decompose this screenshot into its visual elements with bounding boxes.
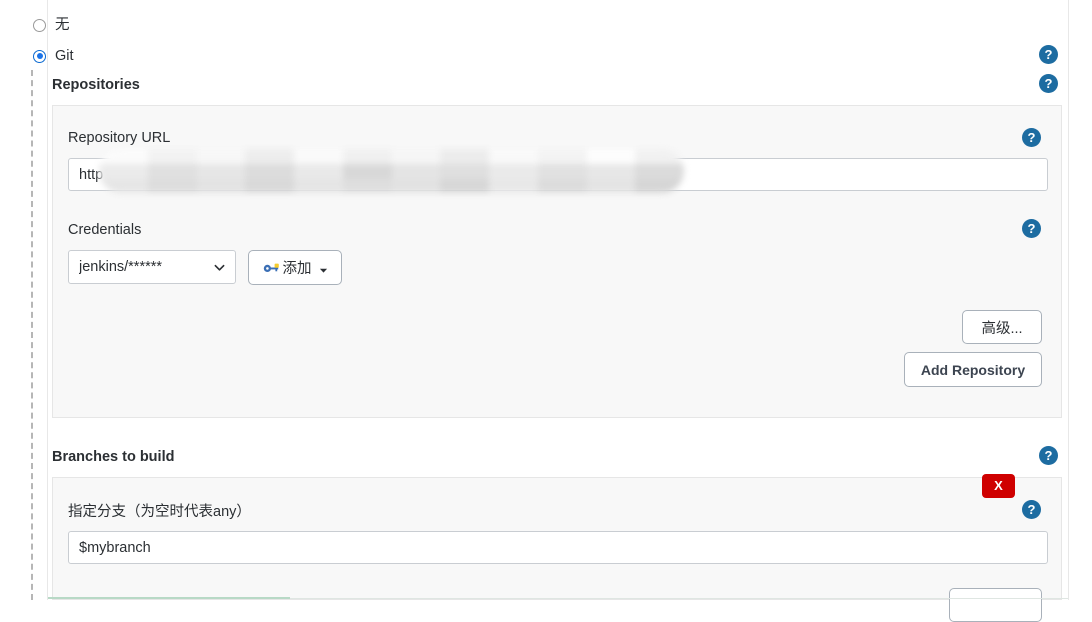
scm-configuration-page: 无 Git ? ? Repositories Repository URL ? [0, 0, 1092, 622]
repository-url-label: Repository URL [68, 130, 171, 146]
repository-url-input[interactable] [68, 158, 1048, 191]
radio-indicator-none [33, 18, 46, 32]
help-icon-repositories[interactable]: ? [1039, 74, 1058, 93]
help-icon-repository-url[interactable]: ? [1022, 128, 1041, 147]
caret-down-icon [319, 263, 328, 273]
scm-option-git-label: Git [55, 47, 74, 64]
branch-specifier-input[interactable] [68, 531, 1048, 564]
add-credentials-button[interactable]: 添加 [248, 250, 342, 285]
content-left-border [47, 0, 48, 600]
scm-option-none-label: 无 [55, 16, 70, 33]
branches-section-title: Branches to build [52, 449, 175, 465]
scm-option-git[interactable]: Git [33, 46, 74, 66]
key-icon [263, 261, 280, 274]
credentials-select[interactable]: jenkins/****** [68, 250, 236, 284]
radio-indicator-git [33, 49, 46, 63]
repositories-section-title: Repositories [52, 77, 140, 93]
scm-option-none[interactable]: 无 [33, 15, 70, 35]
branch-specifier-label: 指定分支（为空时代表any） [68, 504, 251, 520]
help-icon-branches[interactable]: ? [1039, 446, 1058, 465]
content-right-border [1068, 0, 1069, 600]
help-icon-git-scm[interactable]: ? [1039, 45, 1058, 64]
delete-branch-button[interactable]: X [982, 474, 1015, 498]
chevron-down-icon [214, 262, 225, 273]
add-repository-button[interactable]: Add Repository [904, 352, 1042, 387]
bottom-divider-line [290, 598, 1068, 599]
credentials-label: Credentials [68, 222, 142, 238]
git-section-guide [31, 70, 33, 600]
bottom-accent-line [48, 597, 290, 599]
credentials-selected-value: jenkins/****** [79, 259, 163, 275]
add-branch-button[interactable] [949, 588, 1042, 622]
add-credentials-label: 添加 [282, 261, 312, 277]
help-icon-credentials[interactable]: ? [1022, 219, 1041, 238]
help-icon-branch-specifier[interactable]: ? [1022, 500, 1041, 519]
advanced-button[interactable]: 高级... [962, 310, 1042, 344]
